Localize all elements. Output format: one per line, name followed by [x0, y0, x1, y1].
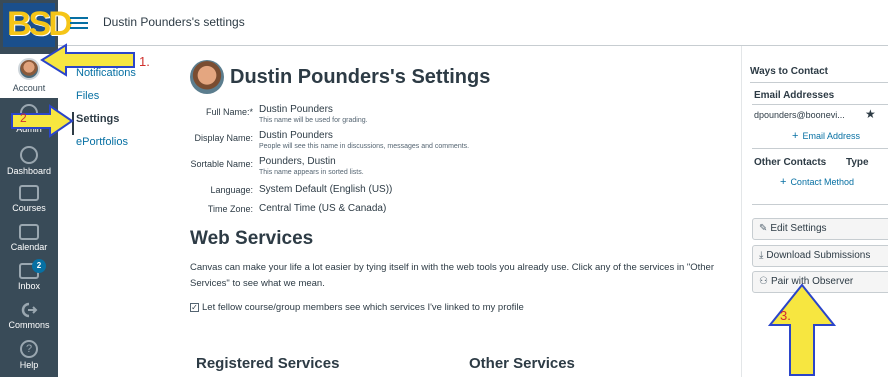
default-email-star-icon: ★ — [865, 107, 876, 121]
annotation-arrow-1 — [40, 43, 135, 77]
field-language: Language: System Default (English (US)) — [190, 182, 720, 195]
calendar-icon — [19, 224, 39, 240]
type-column-heading: Type — [846, 157, 869, 168]
nav-dashboard-label: Dashboard — [6, 166, 52, 176]
nav-item-dashboard[interactable]: Dashboard — [0, 146, 58, 182]
nav-item-calendar[interactable]: Calendar — [0, 224, 58, 260]
add-email-label: Email Address — [802, 131, 860, 141]
nav-item-commons[interactable]: Commons — [0, 302, 58, 338]
profile-fields: Full Name:* Dustin Pounders This name wi… — [190, 104, 720, 214]
checkbox-label: Let fellow course/group members see whic… — [202, 302, 524, 313]
nav-help-label: Help — [19, 360, 39, 370]
main-content: Dustin Pounders's Settings Full Name:* D… — [190, 60, 720, 372]
field-time-zone: Time Zone: Central Time (US & Canada) — [190, 201, 720, 214]
hamburger-menu-icon[interactable] — [70, 17, 88, 29]
other-contacts-heading: Other Contacts — [754, 157, 827, 168]
nav-item-inbox[interactable]: 2 Inbox — [0, 259, 58, 299]
school-logo[interactable]: BSD — [3, 3, 73, 47]
field-hint: People will see this name in discussions… — [259, 143, 470, 150]
field-value: Central Time (US & Canada) — [259, 203, 387, 214]
email-addresses-heading: Email Addresses — [754, 90, 835, 101]
email-address[interactable]: dpounders@boonevi... — [754, 110, 845, 120]
download-submissions-button[interactable]: ⤓ Download Submissions — [752, 245, 888, 267]
commons-icon — [21, 302, 38, 318]
field-full-name: Full Name:* Dustin Pounders This name wi… — [190, 104, 720, 124]
edit-settings-button[interactable]: ✎ Edit Settings — [752, 218, 888, 240]
profile-header: Dustin Pounders's Settings — [190, 60, 720, 94]
field-hint: This name appears in sorted lists. — [259, 169, 364, 176]
help-icon: ? — [20, 340, 38, 358]
account-avatar — [18, 58, 40, 80]
ways-to-contact-heading: Ways to Contact — [750, 66, 828, 77]
web-services-heading: Web Services — [190, 228, 314, 249]
subnav-settings[interactable]: Settings — [72, 112, 136, 135]
nav-item-courses[interactable]: Courses — [0, 185, 58, 221]
field-value: Dustin Pounders — [259, 104, 333, 115]
registered-services-heading: Registered Services — [196, 355, 340, 372]
field-display-name: Display Name: Dustin Pounders People wil… — [190, 130, 720, 150]
breadcrumb[interactable]: Dustin Pounders's settings — [103, 15, 245, 29]
other-services-heading: Other Services — [469, 355, 575, 372]
page-header: Dustin Pounders's settings — [58, 0, 888, 46]
divider — [752, 148, 888, 149]
annotation-step-2: 2 — [20, 111, 27, 125]
field-sortable-name: Sortable Name: Pounders, Dustin This nam… — [190, 156, 720, 176]
download-icon: ⤓ — [759, 250, 764, 261]
book-icon — [19, 185, 39, 201]
dashboard-icon — [20, 146, 38, 164]
field-value: System Default (English (US)) — [259, 184, 393, 195]
divider — [752, 104, 888, 105]
add-email-link[interactable]: + Email Address — [792, 130, 860, 142]
download-submissions-label: Download Submissions — [766, 250, 871, 261]
field-label: Display Name: — [194, 133, 253, 143]
field-label: Sortable Name: — [190, 159, 253, 169]
subnav-eportfolios[interactable]: ePortfolios — [76, 135, 136, 158]
inbox-unread-badge: 2 — [32, 259, 46, 273]
profile-avatar[interactable] — [190, 60, 224, 94]
nav-item-help[interactable]: ? Help — [0, 340, 58, 376]
field-label: Time Zone: — [207, 204, 253, 214]
field-value: Dustin Pounders — [259, 130, 333, 141]
annotation-step-1: 1. — [139, 54, 150, 69]
field-value: Pounders, Dustin — [259, 156, 336, 167]
divider — [750, 82, 888, 83]
annotation-arrow-3 — [767, 283, 837, 376]
field-label: Language: — [210, 185, 253, 195]
edit-settings-label: Edit Settings — [770, 223, 827, 234]
web-services-description: Canvas can make your life a lot easier b… — [190, 262, 715, 289]
pencil-icon: ✎ — [759, 223, 768, 234]
nav-inbox-label: Inbox — [17, 281, 41, 291]
nav-courses-label: Courses — [12, 203, 46, 213]
checkbox-checked-icon[interactable]: ✓ — [190, 303, 199, 312]
plus-icon: + — [780, 176, 787, 188]
nav-calendar-label: Calendar — [10, 242, 48, 252]
plus-icon: + — [792, 130, 799, 142]
field-hint: This name will be used for grading. — [259, 117, 368, 124]
subnav-files[interactable]: Files — [76, 89, 136, 112]
add-contact-method-link[interactable]: + Contact Method — [780, 176, 854, 188]
page-title: Dustin Pounders's Settings — [230, 65, 491, 88]
add-contact-method-label: Contact Method — [790, 177, 854, 187]
annotation-step-3: 3. — [780, 308, 791, 323]
nav-account-label: Account — [12, 83, 46, 93]
field-label: Full Name:* — [205, 107, 253, 117]
settings-subnav: Notifications Files Settings ePortfolios — [72, 66, 136, 158]
show-services-option[interactable]: ✓ Let fellow course/group members see wh… — [190, 302, 720, 313]
nav-commons-label: Commons — [8, 320, 50, 330]
divider — [752, 204, 888, 205]
